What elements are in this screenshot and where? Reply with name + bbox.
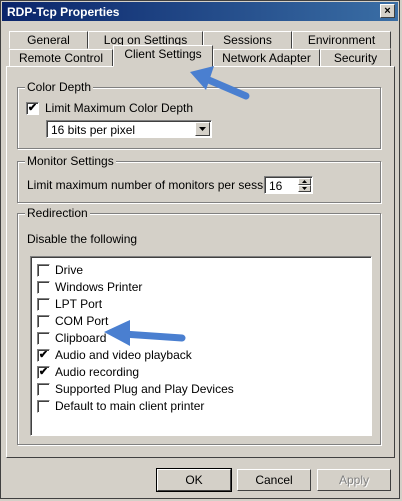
check-mark-icon: ✔ — [38, 366, 49, 378]
annotation-arrow-icon — [190, 66, 250, 100]
check-mark-icon: ✔ — [27, 102, 38, 114]
redirection-list[interactable]: Drive Windows Printer LPT Port COM Port … — [30, 256, 372, 436]
chevron-down-icon — [199, 127, 206, 131]
list-item[interactable]: ✔ Audio and video playback — [31, 347, 371, 364]
monitor-count-spinner[interactable]: 16 — [264, 176, 313, 194]
redirection-group: Redirection Disable the following Drive … — [17, 206, 381, 445]
lpt-port-checkbox[interactable] — [37, 298, 50, 311]
drive-checkbox[interactable] — [37, 264, 50, 277]
close-button[interactable]: × — [380, 4, 395, 18]
list-item[interactable]: Clipboard — [31, 330, 371, 347]
color-depth-title: Color Depth — [25, 80, 94, 94]
window-title: RDP-Tcp Properties — [7, 5, 120, 19]
check-mark-icon: ✔ — [38, 349, 49, 361]
monitor-count-value: 16 — [269, 179, 283, 193]
title-bar[interactable]: RDP-Tcp Properties × — [2, 2, 398, 21]
tab-general[interactable]: General — [9, 31, 88, 49]
tab-environment[interactable]: Environment — [292, 31, 391, 49]
monitor-settings-group: Monitor Settings Limit maximum number of… — [17, 154, 381, 203]
ok-button[interactable]: OK — [156, 468, 232, 492]
monitor-limit-label: Limit maximum number of monitors per ses… — [27, 178, 280, 192]
plug-and-play-checkbox[interactable] — [37, 383, 50, 396]
arrow-up-icon — [302, 180, 307, 183]
tab-sessions[interactable]: Sessions — [203, 31, 292, 49]
default-printer-checkbox[interactable] — [37, 400, 50, 413]
list-item[interactable]: LPT Port — [31, 296, 371, 313]
audio-video-checkbox[interactable]: ✔ — [37, 349, 50, 362]
tab-remote-control[interactable]: Remote Control — [9, 49, 113, 67]
list-item[interactable]: Supported Plug and Play Devices — [31, 381, 371, 398]
limit-color-depth-checkbox[interactable]: ✔ — [26, 102, 39, 115]
spin-up-button[interactable] — [298, 178, 311, 185]
list-item[interactable]: COM Port — [31, 313, 371, 330]
spin-down-button[interactable] — [298, 185, 311, 192]
limit-color-depth-label: Limit Maximum Color Depth — [45, 101, 194, 115]
windows-printer-checkbox[interactable] — [37, 281, 50, 294]
disable-following-label: Disable the following — [27, 232, 138, 246]
arrow-down-icon — [302, 187, 307, 190]
list-item[interactable]: Drive — [31, 262, 371, 279]
list-item[interactable]: ✔ Audio recording — [31, 364, 371, 381]
clipboard-checkbox[interactable] — [37, 332, 50, 345]
redirection-title: Redirection — [25, 206, 90, 220]
tab-security[interactable]: Security — [320, 49, 391, 67]
list-item[interactable]: Default to main client printer — [31, 398, 371, 415]
audio-recording-checkbox[interactable]: ✔ — [37, 366, 50, 379]
monitor-settings-title: Monitor Settings — [25, 154, 116, 168]
annotation-arrow-icon — [104, 320, 186, 346]
color-depth-select[interactable]: 16 bits per pixel — [46, 120, 212, 138]
color-depth-value: 16 bits per pixel — [51, 123, 136, 137]
list-item[interactable]: Windows Printer — [31, 279, 371, 296]
com-port-checkbox[interactable] — [37, 315, 50, 328]
apply-button[interactable]: Apply — [317, 469, 391, 491]
client-settings-panel: Color Depth ✔ Limit Maximum Color Depth … — [6, 66, 395, 458]
cancel-button[interactable]: Cancel — [237, 469, 311, 491]
dropdown-button[interactable] — [195, 122, 210, 136]
